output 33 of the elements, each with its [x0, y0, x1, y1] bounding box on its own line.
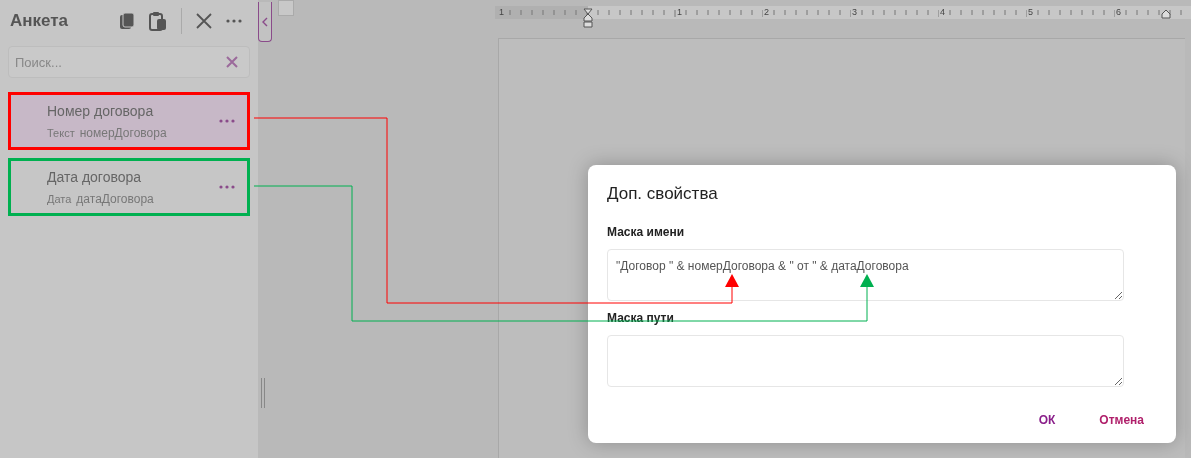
field-variable: номерДоговора [79, 124, 167, 142]
cancel-button[interactable]: Отмена [1099, 410, 1144, 429]
ruler-number: 2 [763, 6, 770, 19]
ruler-number: 6 [1115, 6, 1122, 19]
more-icon[interactable] [226, 19, 242, 23]
ruler-number: 3 [851, 6, 858, 19]
field-name: Номер договора [47, 101, 155, 121]
field-item[interactable]: Дата договора Дата датаДоговора [8, 158, 250, 216]
indent-marker-icon[interactable] [583, 8, 593, 28]
ok-button[interactable]: ОК [1038, 410, 1056, 429]
field-type: Дата [47, 191, 72, 207]
panel-title: Анкета [10, 10, 69, 33]
field-variable: датаДоговора [76, 190, 154, 208]
collapse-tab[interactable] [258, 2, 272, 42]
ruler-number: 1 [498, 6, 505, 19]
ruler-number: 5 [1027, 6, 1034, 19]
resize-handle[interactable] [261, 378, 265, 408]
text-area[interactable]: "Договор " & номерДоговора & " от " & датаДоговора [607, 248, 1124, 301]
more-icon[interactable] [219, 185, 235, 189]
field-label: Маска имени [607, 223, 686, 241]
search-field[interactable]: Поиск... [8, 46, 250, 78]
more-icon[interactable] [219, 119, 235, 123]
chevron-left-icon [262, 16, 268, 27]
close-icon[interactable] [196, 13, 212, 29]
clipboard-icon[interactable] [149, 11, 167, 31]
dialog-title: Доп. свойства [607, 183, 719, 205]
ruler-corner [278, 0, 294, 16]
copy-icon[interactable] [119, 12, 135, 30]
field-name: Дата договора [47, 167, 143, 187]
field-type: Текст [47, 125, 75, 141]
clear-icon[interactable] [226, 56, 238, 68]
indent-marker-icon[interactable] [1161, 9, 1171, 19]
ruler-number: 4 [939, 6, 946, 19]
